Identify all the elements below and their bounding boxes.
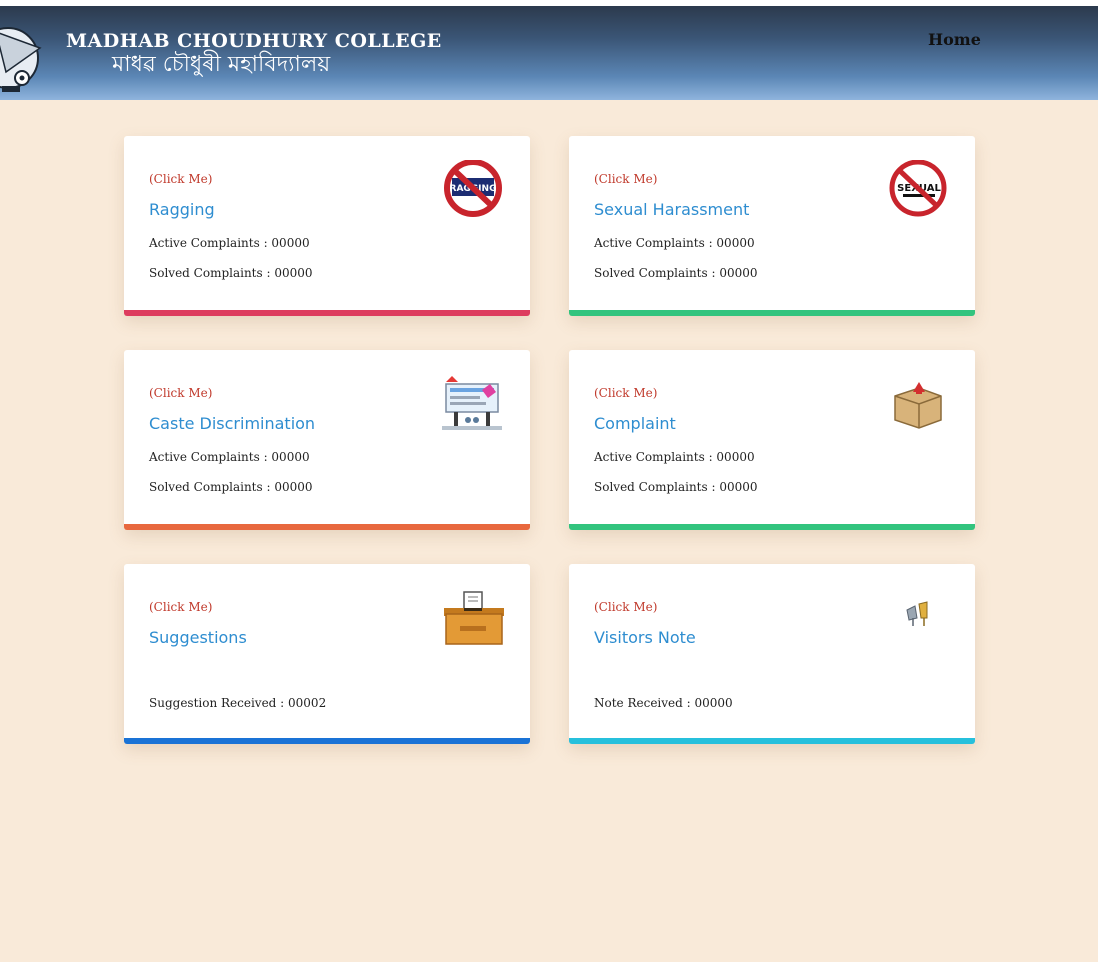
college-name: MADHAB CHOUDHURY COLLEGE [66,30,442,52]
visitors-note-icon [883,588,953,648]
complaint-box-icon [883,374,953,434]
active-complaints: Active Complaints : 00000 [149,450,310,464]
active-complaints: Active Complaints : 00000 [594,450,755,464]
solved-complaints: Solved Complaints : 00000 [149,266,313,280]
click-me-label: (Click Me) [149,600,213,614]
card-title[interactable]: Caste Discrimination [149,414,315,433]
college-brand: MADHAB CHOUDHURY COLLEGE মাধৱ চৌধুৰী মহা… [66,30,442,78]
suggestion-box-icon [438,588,508,648]
solved-complaints: Solved Complaints : 00000 [594,266,758,280]
click-me-label: (Click Me) [594,600,658,614]
click-me-label: (Click Me) [594,386,658,400]
card-title[interactable]: Sexual Harassment [594,200,749,219]
note-received-count: Note Received : 00000 [594,696,733,710]
click-me-label: (Click Me) [149,386,213,400]
card-title[interactable]: Suggestions [149,628,247,647]
active-complaints: Active Complaints : 00000 [149,236,310,250]
solved-complaints: Solved Complaints : 00000 [594,480,758,494]
card-title[interactable]: Visitors Note [594,628,696,647]
card-sexual-harassment[interactable]: (Click Me) Sexual Harassment Active Comp… [569,136,975,316]
card-complaint[interactable]: (Click Me) Complaint Active Complaints :… [569,350,975,530]
card-visitors-note[interactable]: (Click Me) Visitors Note Note Received :… [569,564,975,744]
caste-discrimination-icon [438,374,508,434]
page-background: MADHAB CHOUDHURY COLLEGE মাধৱ চৌধুৰী মহা… [0,6,1098,962]
suggestion-received-count: Suggestion Received : 00002 [149,696,327,710]
card-ragging[interactable]: (Click Me) Ragging Active Complaints : 0… [124,136,530,316]
solved-complaints: Solved Complaints : 00000 [149,480,313,494]
no-ragging-icon: RAGGING [438,159,508,220]
college-logo [0,14,48,98]
click-me-label: (Click Me) [149,172,213,186]
active-complaints: Active Complaints : 00000 [594,236,755,250]
no-sexual-harassment-icon: SEXUAL [883,159,953,220]
card-title[interactable]: Complaint [594,414,676,433]
card-caste-discrimination[interactable]: (Click Me) Caste Discrimination Active C… [124,350,530,530]
site-header: MADHAB CHOUDHURY COLLEGE মাধৱ চৌধুৰী মহা… [0,6,1098,100]
card-title[interactable]: Ragging [149,200,215,219]
nav-home-link[interactable]: Home [928,30,981,49]
click-me-label: (Click Me) [594,172,658,186]
card-suggestions[interactable]: (Click Me) Suggestions Suggestion Receiv… [124,564,530,744]
college-name-bengali: মাধৱ চৌধুৰী মহাবিদ্যালয় [112,52,331,77]
